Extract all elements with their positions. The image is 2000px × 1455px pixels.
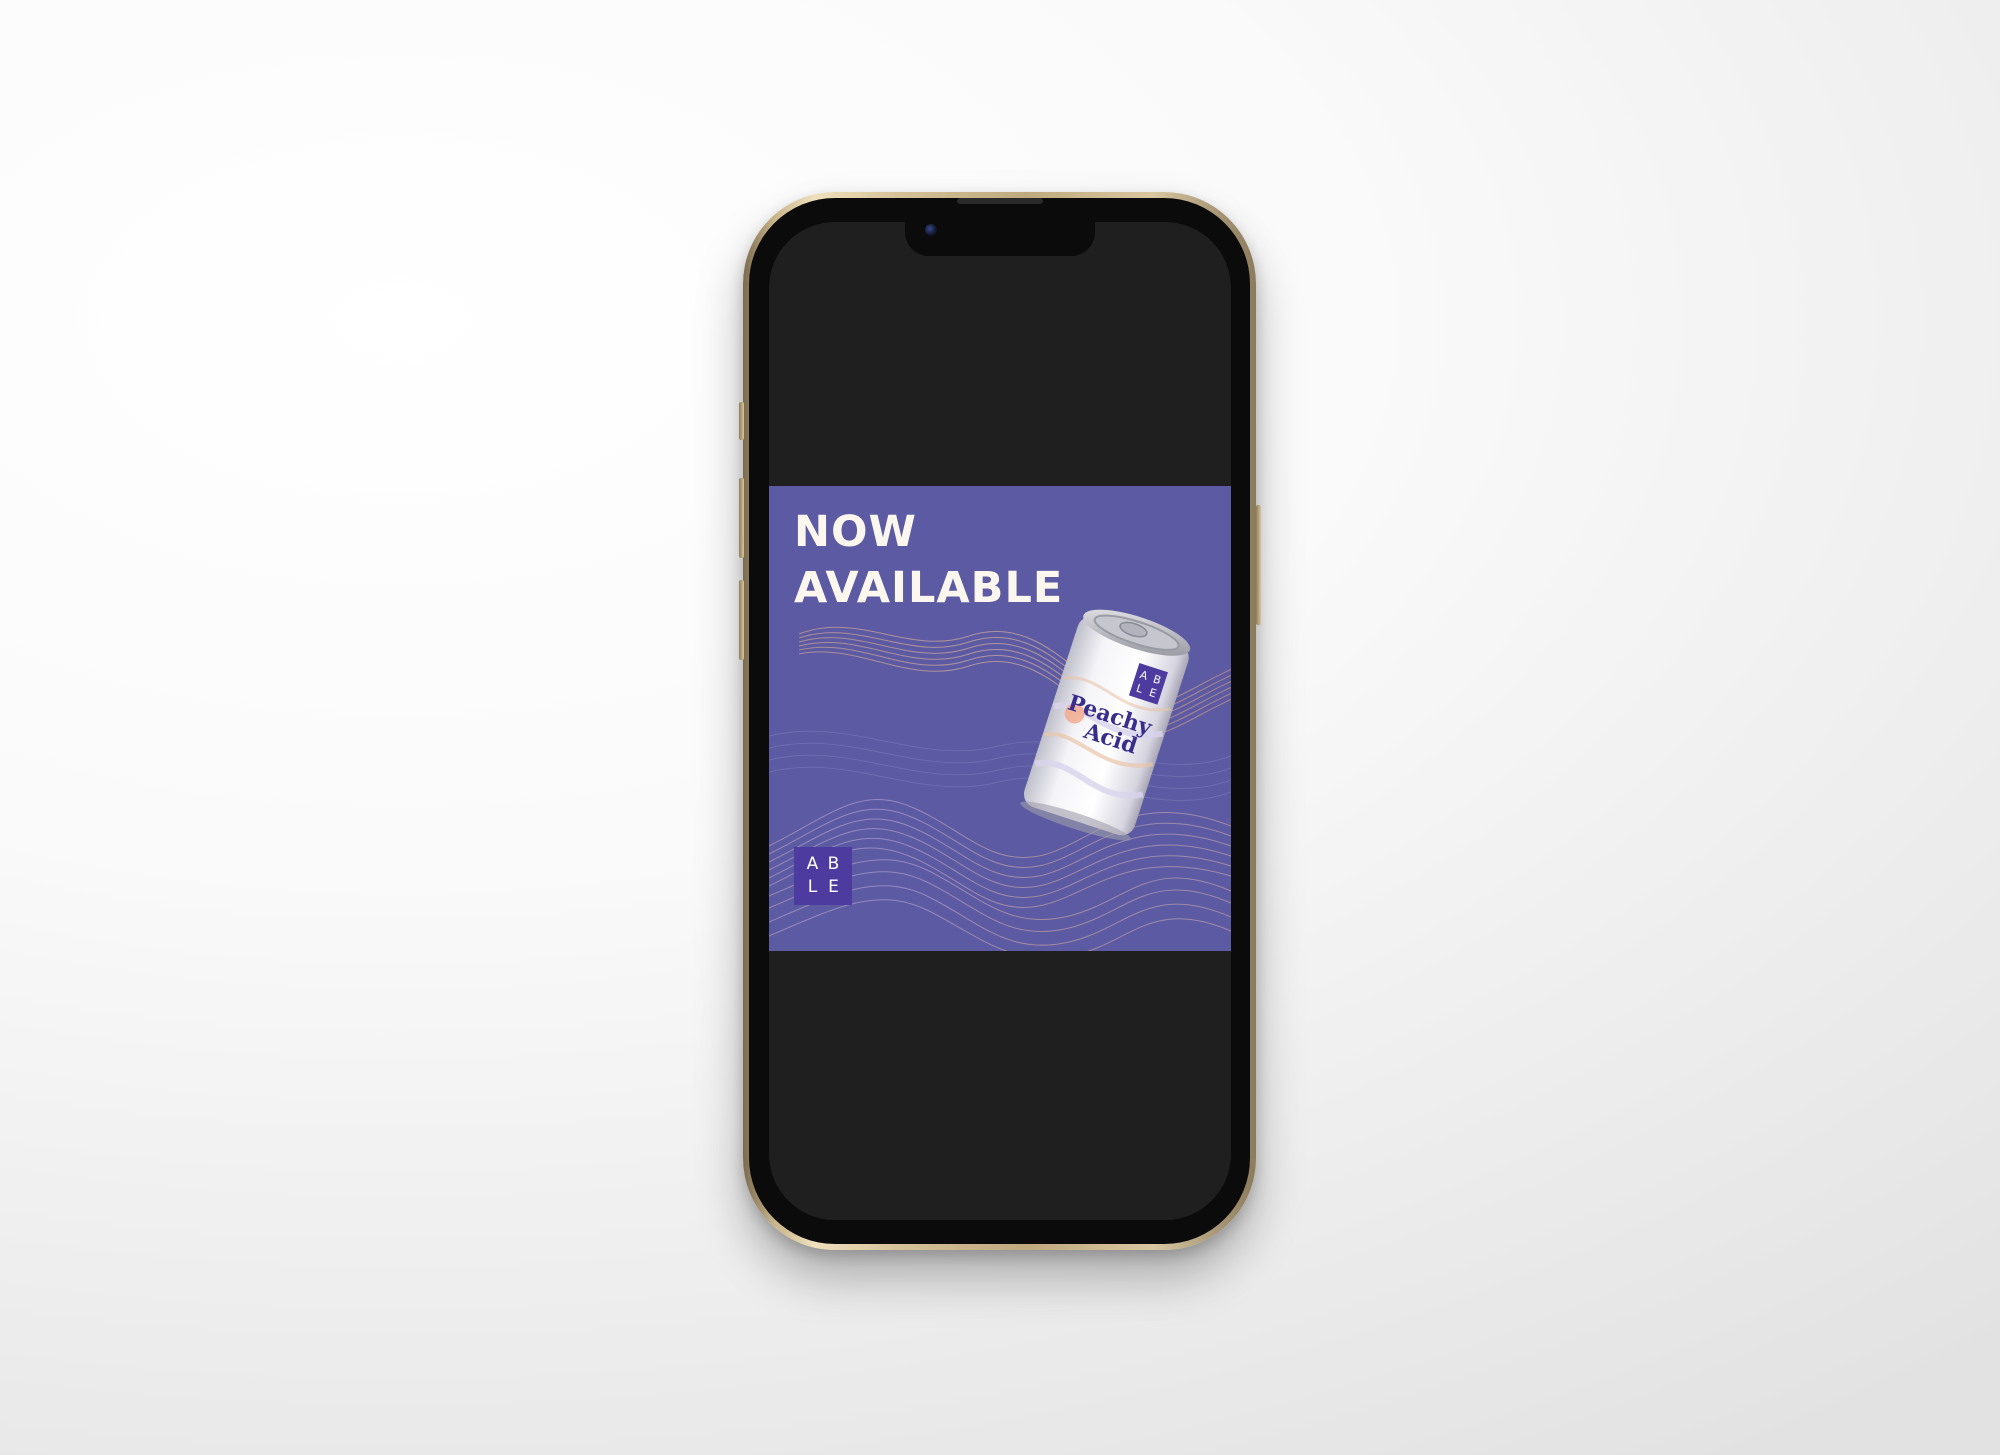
volume-down-button — [739, 580, 744, 660]
headline-line-1: NOW — [794, 507, 917, 557]
headline: NOW AVAILABLE — [794, 504, 1063, 616]
brand-logo: A B L E — [794, 847, 852, 905]
logo-letter-e: E — [828, 877, 839, 897]
volume-up-button — [739, 478, 744, 558]
earpiece-speaker — [957, 198, 1043, 204]
front-camera — [925, 224, 937, 236]
promo-image[interactable]: NOW AVAILABLE A B L E Peachy Acid A B L … — [769, 486, 1231, 951]
logo-letter-b: B — [827, 854, 840, 874]
silent-switch — [739, 402, 744, 440]
drink-can: A B L E Peachy Acid — [1020, 609, 1191, 841]
logo-letter-a: A — [806, 854, 819, 874]
power-button — [1256, 505, 1261, 625]
logo-letter-l: L — [807, 877, 818, 897]
